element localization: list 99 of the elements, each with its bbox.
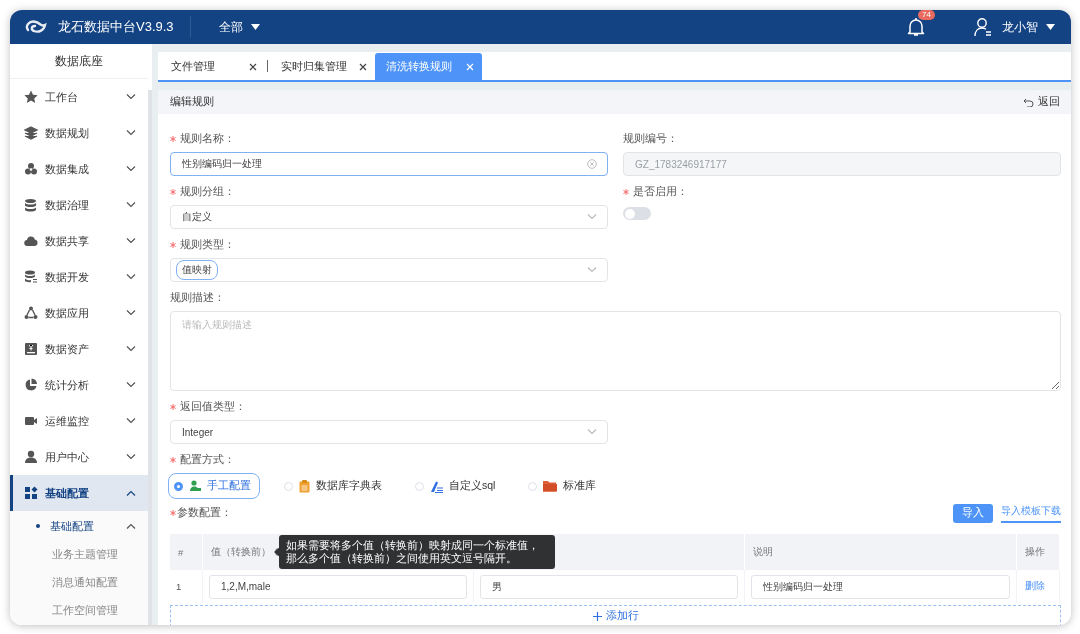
select-field[interactable]: 自定义 [170, 205, 608, 229]
pen-icon [430, 479, 443, 493]
book-icon [24, 342, 38, 356]
nav-label: 数据共享 [45, 233, 90, 249]
tooltip: 如果需要将多个值（转换前）映射成同一个标准值，那么多个值（转换前）之间使用英文逗号隔开。 [274, 535, 555, 569]
radio-option[interactable]: 标准库 [522, 473, 606, 499]
nav-item[interactable]: 运维监控 [10, 403, 148, 439]
sidebar-title: 数据底座 [10, 44, 148, 79]
field-label: 配置方式： [180, 453, 235, 467]
field-label: 规则类型： [180, 238, 235, 252]
notification-badge: 74 [918, 10, 935, 20]
field-label: 是否启用： [633, 185, 688, 199]
grid-icon [24, 486, 38, 500]
caret-icon [250, 24, 260, 30]
column-header: 值（转换前） [211, 545, 271, 559]
scope-dropdown[interactable]: 全部 [218, 18, 260, 36]
clipboard-icon [299, 479, 310, 493]
nav-label: 运维监控 [45, 413, 90, 429]
user-menu[interactable]: 龙小智 [1002, 18, 1055, 36]
bell-icon[interactable] [907, 17, 925, 37]
description-field[interactable]: 请输入规则描述 [170, 311, 1061, 391]
nav-subitem[interactable]: 基础配置 [10, 511, 148, 541]
logo-icon [24, 18, 48, 36]
nav-item[interactable]: 统计分析 [10, 367, 148, 403]
column-header: 操作 [1017, 534, 1060, 570]
nav-link[interactable]: 业务主题管理 [10, 541, 148, 569]
cloud-icon [24, 234, 38, 248]
tag: 值映射 [176, 260, 218, 280]
select-field[interactable]: 值映射 [170, 258, 608, 282]
person-book-icon [189, 480, 201, 492]
text-field[interactable]: 性别编码归一处理 [751, 574, 1010, 599]
nav-label: 数据规划 [45, 125, 90, 141]
app-title: 龙石数据中台V3.9.3 [58, 18, 174, 36]
nav-label: 工作台 [45, 89, 79, 105]
folder-icon [543, 480, 558, 492]
nav-link[interactable]: 工作空间管理 [10, 597, 148, 625]
radio-option[interactable]: 数据库字典表 [278, 473, 391, 499]
back-link[interactable]: 返回 [1023, 95, 1060, 109]
nav-label: 数据集成 [45, 161, 90, 177]
column-header: # [170, 534, 203, 570]
star-icon [24, 90, 38, 104]
chevron-icon [587, 429, 597, 435]
tab[interactable]: 文件管理 [160, 53, 265, 80]
select-field[interactable]: Integer [170, 420, 608, 444]
chevron-icon [587, 267, 597, 273]
nav-label: 数据开发 [45, 269, 90, 285]
text-field[interactable]: 男 [480, 574, 738, 599]
layers-icon [24, 126, 38, 140]
nav-label: 数据资产 [45, 341, 90, 357]
database-icon [24, 198, 38, 212]
circles-icon [24, 162, 38, 176]
field-label: 规则编号： [623, 132, 678, 146]
add-row-button[interactable]: 添加行 [170, 605, 1061, 625]
plus-icon [592, 611, 602, 621]
nav-label: 基础配置 [45, 485, 90, 501]
undo-icon [1023, 97, 1034, 107]
nav-label: 数据应用 [45, 305, 90, 321]
chevron-icon [587, 214, 597, 220]
nav-label: 基础配置 [50, 518, 95, 534]
nav-item[interactable]: 数据集成 [10, 151, 148, 187]
dot-icon [36, 524, 40, 528]
toggle-switch[interactable] [623, 207, 651, 220]
radio-option[interactable]: 手工配置 [168, 473, 260, 499]
radio-option[interactable]: 自定义sql [409, 473, 505, 499]
close-icon[interactable] [359, 62, 367, 71]
radio-button[interactable] [174, 481, 183, 491]
nav-item[interactable]: 用户中心 [10, 439, 148, 475]
field-label: 规则名称： [180, 132, 235, 146]
nav-label: 用户中心 [45, 449, 90, 465]
nav-label: 数据治理 [45, 197, 90, 213]
section-title: 编辑规则 [170, 95, 214, 109]
nodes-icon [24, 306, 38, 320]
nav-item[interactable]: 数据资产 [10, 331, 148, 367]
camera-icon [24, 414, 38, 428]
table-cell: 1 [170, 570, 203, 603]
clear-icon[interactable] [587, 159, 597, 169]
nav-item[interactable]: 基础配置 [10, 475, 148, 511]
nav-label: 统计分析 [45, 377, 90, 393]
field-label: 规则描述： [170, 291, 225, 305]
pie-chart-icon [24, 378, 38, 392]
nav-item[interactable]: 工作台 [10, 79, 148, 115]
nav-item[interactable]: 数据应用 [10, 295, 148, 331]
nav-link[interactable]: 消息通知配置 [10, 569, 148, 597]
column-header: 说明 [745, 534, 1017, 570]
nav-item[interactable]: 数据治理 [10, 187, 148, 223]
close-icon[interactable] [249, 62, 257, 71]
nav-item[interactable]: 数据开发 [10, 259, 148, 295]
field-label: 参数配置： [177, 506, 232, 520]
field-label: 返回值类型： [180, 400, 246, 414]
text-field[interactable]: 1,2,M,male [209, 574, 467, 599]
user-icon[interactable] [974, 17, 992, 37]
field-label: 规则分组： [180, 185, 235, 199]
user-icon [24, 450, 38, 464]
nav-item[interactable]: 数据共享 [10, 223, 148, 259]
tab[interactable]: 实时归集管理 [270, 53, 375, 80]
database-icon [24, 270, 38, 284]
nav-item[interactable]: 数据规划 [10, 115, 148, 151]
text-field[interactable]: 性别编码归一处理 [170, 152, 608, 176]
caret-icon [1046, 24, 1055, 30]
